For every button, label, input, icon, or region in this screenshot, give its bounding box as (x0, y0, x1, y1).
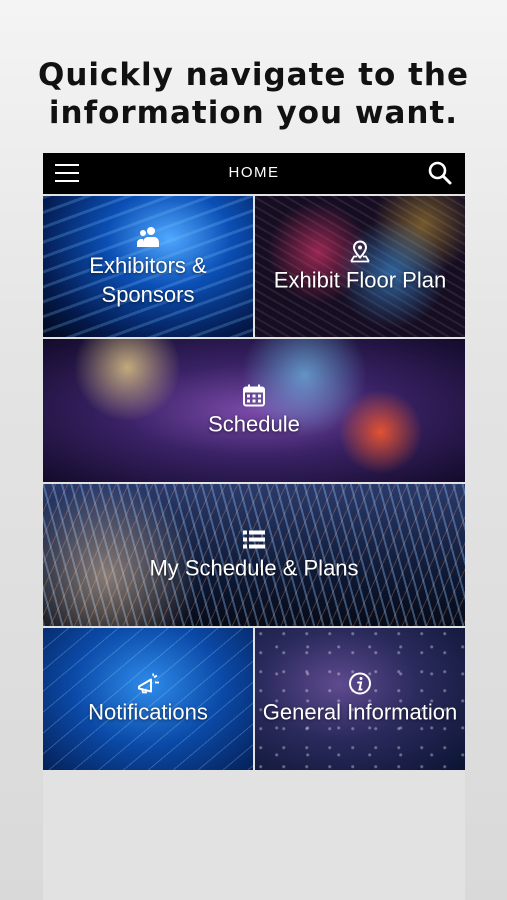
app-screen: HOME Exhibitors & Sponsors Exhibit Floor… (43, 153, 465, 900)
tile-exhibit-floor-plan[interactable]: Exhibit Floor Plan (255, 196, 465, 337)
promo-headline-line-2: information you want. (48, 95, 459, 131)
tile-label: Schedule (208, 411, 300, 436)
top-navigation-bar: HOME (43, 153, 465, 194)
tile-label: Exhibit Floor Plan (273, 267, 447, 292)
tile-label: Notifications (88, 699, 208, 725)
calendar-icon (243, 384, 265, 406)
page-title: HOME (228, 164, 280, 181)
list-icon (243, 530, 265, 549)
tile-exhibitors-sponsors[interactable]: Exhibitors & Sponsors (43, 196, 253, 337)
tile-label: General Information (262, 699, 458, 725)
tile-notifications[interactable]: Notifications (43, 628, 253, 770)
people-icon (137, 226, 159, 247)
info-icon (349, 672, 371, 695)
tile-label: Exhibitors & (89, 252, 207, 278)
map-pin-icon (350, 239, 370, 262)
tile-label: Sponsors (101, 281, 195, 307)
megaphone-icon (138, 673, 159, 694)
tile-my-schedule-plans[interactable]: My Schedule & Plans (43, 484, 465, 626)
promo-headline-line-1: Quickly navigate to the (37, 57, 470, 93)
tile-label: My Schedule & Plans (149, 555, 359, 581)
search-icon[interactable] (427, 160, 453, 186)
promo-headline: Quickly navigate to the information you … (0, 56, 507, 132)
tile-general-information[interactable]: General Information (255, 628, 465, 770)
tile-schedule[interactable]: Schedule (43, 339, 465, 482)
